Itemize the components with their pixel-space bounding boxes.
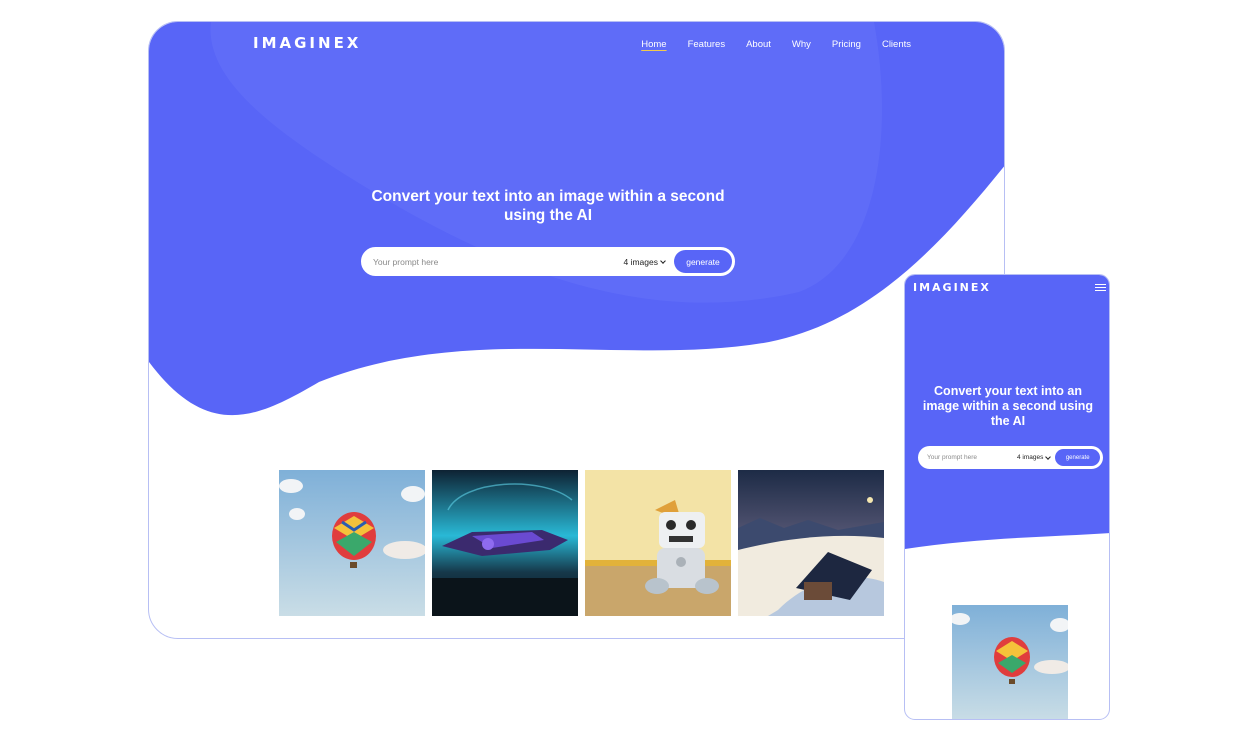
brand-logo[interactable]: IMAGINEX bbox=[253, 34, 361, 52]
generate-button[interactable]: generate bbox=[674, 250, 732, 273]
mobile-image-count-select[interactable]: 4 images bbox=[1017, 453, 1052, 461]
chevron-down-icon bbox=[660, 257, 666, 264]
mobile-mockup: IMAGINEX Convert your text into an image… bbox=[904, 274, 1110, 720]
image-count-select[interactable]: 4 images bbox=[624, 257, 666, 267]
image-count-label: 4 images bbox=[623, 256, 659, 267]
chevron-down-icon bbox=[1045, 453, 1052, 460]
mobile-image-count-label: 4 images bbox=[1017, 454, 1044, 461]
mobile-generate-button[interactable]: generate bbox=[1055, 449, 1100, 466]
prompt-search-bar: 4 images generate bbox=[361, 247, 735, 276]
gallery-image-balloon[interactable] bbox=[279, 470, 425, 616]
mobile-prompt-search-bar: 4 images generate bbox=[918, 446, 1103, 469]
nav-pricing[interactable]: Pricing bbox=[832, 39, 861, 50]
nav-clients[interactable]: Clients bbox=[882, 39, 911, 50]
nav-home[interactable]: Home bbox=[641, 39, 666, 50]
prompt-input[interactable] bbox=[363, 255, 624, 268]
mobile-prompt-input[interactable] bbox=[920, 453, 1017, 462]
mobile-brand-logo[interactable]: IMAGINEX bbox=[913, 281, 991, 294]
menu-icon[interactable] bbox=[1095, 284, 1106, 293]
mobile-gallery-image-balloon[interactable] bbox=[952, 605, 1068, 719]
mobile-hero-title: Convert your text into an image within a… bbox=[922, 384, 1094, 428]
gallery-image-spaceship[interactable] bbox=[432, 470, 578, 616]
desktop-mockup: IMAGINEX Home Features About Why Pricing… bbox=[148, 21, 1005, 639]
nav-why[interactable]: Why bbox=[792, 39, 811, 50]
nav-about[interactable]: About bbox=[746, 39, 771, 50]
main-nav: Home Features About Why Pricing Clients bbox=[620, 39, 911, 50]
gallery-image-plush-robot[interactable] bbox=[585, 470, 731, 616]
gallery-image-snowy-cabin[interactable] bbox=[738, 470, 884, 616]
hero-title: Convert your text into an image within a… bbox=[371, 188, 725, 224]
nav-features[interactable]: Features bbox=[688, 39, 726, 50]
